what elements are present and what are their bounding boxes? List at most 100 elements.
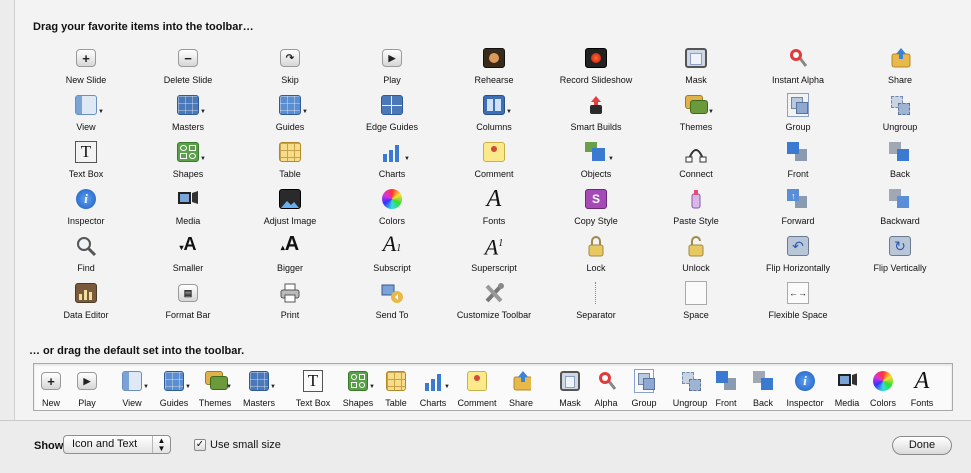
toolbar-item-ungroup[interactable]: Ungroup — [850, 94, 950, 140]
toolbar-item-themes[interactable]: ▼ Themes — [646, 94, 746, 140]
default-item-fonts[interactable]: A Fonts — [904, 369, 940, 408]
toolbar-item-objects[interactable]: ▼ Objects — [546, 141, 646, 187]
default-toolbar-set[interactable]: + New ▶ Play ▼ View ▼ Guides ▼ Themes ▼ Masters T Tex… — [33, 363, 953, 411]
toolbar-item-subscript[interactable]: A1 Subscript — [342, 232, 442, 281]
copy-style-icon: S — [585, 188, 607, 210]
toolbar-item-label: Columns — [476, 122, 512, 132]
up-down-arrows-icon: ▲ ▼ — [152, 436, 170, 453]
default-item-share[interactable]: Share — [504, 371, 538, 408]
default-item-table[interactable]: Table — [379, 371, 413, 408]
default-item-media[interactable]: Media — [831, 371, 863, 408]
columns-icon: ▼ — [483, 94, 512, 116]
default-item-front[interactable]: Front — [708, 371, 744, 408]
toolbar-item-rehearse[interactable]: Rehearse — [444, 47, 544, 93]
default-item-label: Back — [752, 398, 773, 408]
toolbar-item-masters[interactable]: ▼ Masters — [138, 94, 238, 140]
toolbar-item-skip[interactable]: ↷ Skip — [240, 47, 340, 93]
default-item-colors[interactable]: Colors — [866, 371, 900, 408]
toolbar-item-columns[interactable]: ▼ Columns — [444, 94, 544, 140]
toolbar-item-mask[interactable]: Mask — [646, 47, 746, 93]
toolbar-item-label: Unlock — [682, 263, 710, 273]
toolbar-item-delete-slide[interactable]: − Delete Slide — [138, 47, 238, 93]
default-item-back[interactable]: Back — [747, 371, 779, 408]
default-item-mask[interactable]: Mask — [553, 371, 587, 408]
toolbar-item-unlock[interactable]: Unlock — [646, 235, 746, 281]
default-item-guides[interactable]: ▼ Guides — [156, 371, 192, 408]
toolbar-item-group[interactable]: Group — [748, 93, 848, 140]
default-item-view[interactable]: ▼ View — [112, 371, 152, 408]
toolbar-item-copy-style[interactable]: S Copy Style — [546, 188, 646, 234]
toolbar-item-smaller[interactable]: ▾A Smaller — [138, 234, 238, 281]
send-to-icon — [381, 282, 403, 304]
toolbar-item-colors[interactable]: Colors — [342, 188, 442, 234]
toolbar-item-separator[interactable]: Separator — [546, 282, 646, 328]
toolbar-item-data-editor[interactable]: Data Editor — [36, 282, 136, 328]
toolbar-item-instant-alpha[interactable]: Instant Alpha — [748, 47, 848, 93]
toolbar-item-media[interactable]: Media — [138, 188, 238, 234]
toolbar-item-flexible-space[interactable]: ←→ Flexible Space — [748, 282, 848, 328]
toolbar-item-label: Play — [383, 75, 401, 85]
toolbar-item-space[interactable]: Space — [646, 281, 746, 328]
small-size-checkbox[interactable]: ✓ — [194, 439, 206, 451]
toolbar-item-back[interactable]: Back — [850, 141, 950, 187]
show-select[interactable]: Icon and Text ▲ ▼ — [63, 435, 171, 454]
default-item-group[interactable]: Group — [624, 369, 664, 408]
toolbar-item-label: Copy Style — [574, 216, 618, 226]
toolbar-item-find[interactable]: Find — [36, 235, 136, 281]
lock-icon — [585, 235, 607, 257]
toolbar-item-flip-vertically[interactable]: ↻ Flip Vertically — [850, 235, 950, 281]
edge-guides-icon — [381, 94, 403, 116]
toolbar-item-send-to[interactable]: Send To — [342, 282, 442, 328]
toolbar-item-view[interactable]: ▼ View — [36, 94, 136, 140]
toolbar-item-label: Print — [280, 310, 300, 320]
toolbar-item-paste-style[interactable]: Paste Style — [646, 188, 746, 234]
toolbar-item-guides[interactable]: ▼ Guides — [240, 94, 340, 140]
default-item-shapes[interactable]: ▼ Shapes — [340, 371, 376, 408]
toolbar-item-bigger[interactable]: ▴A Bigger — [240, 233, 340, 281]
default-item-comment[interactable]: Comment — [453, 371, 501, 408]
toolbar-item-print[interactable]: Print — [240, 282, 340, 328]
toolbar-item-flip-horizontally[interactable]: ↶ Flip Horizontally — [748, 235, 848, 281]
toolbar-item-table[interactable]: Table — [240, 141, 340, 187]
toolbar-item-smart-builds[interactable]: Smart Builds — [546, 94, 646, 140]
toolbar-item-format-bar[interactable]: ▤ Format Bar — [138, 282, 238, 328]
toolbar-item-fonts[interactable]: A Fonts — [444, 187, 544, 234]
default-item-inspector[interactable]: i Inspector — [782, 371, 828, 408]
default-item-alpha[interactable]: Alpha — [591, 371, 621, 408]
toolbar-item-forward[interactable]: ↑ Forward — [748, 188, 848, 234]
toolbar-item-lock[interactable]: Lock — [546, 235, 646, 281]
toolbar-item-shapes[interactable]: ▼ Shapes — [138, 141, 238, 187]
toolbar-item-adjust-image[interactable]: Adjust Image — [240, 188, 340, 234]
table-icon — [279, 141, 301, 163]
default-item-masters[interactable]: ▼ Masters — [236, 371, 282, 408]
small-size-label: Use small size — [210, 439, 281, 451]
toolbar-item-front[interactable]: Front — [748, 141, 848, 187]
done-button[interactable]: Done — [892, 436, 952, 455]
toolbar-item-label: Objects — [580, 169, 612, 179]
default-item-charts[interactable]: ▼ Charts — [416, 371, 450, 408]
toolbar-item-customize-toolbar[interactable]: Customize Toolbar — [444, 282, 544, 328]
toolbar-item-charts[interactable]: ▼ Charts — [342, 141, 442, 187]
toolbar-item-play[interactable]: ▶ Play — [342, 47, 442, 93]
front-icon — [716, 371, 736, 391]
toolbar-item-superscript[interactable]: A1 Superscript — [444, 235, 544, 281]
default-item-themes[interactable]: ▼ Themes — [196, 371, 234, 408]
mask-icon — [560, 371, 580, 391]
default-item-ungroup[interactable]: Ungroup — [668, 371, 712, 408]
toolbar-item-comment[interactable]: Comment — [444, 141, 544, 187]
default-item-play[interactable]: ▶ Play — [70, 371, 104, 408]
toolbar-item-connect[interactable]: Connect — [646, 141, 746, 187]
toolbar-item-label: Lock — [586, 263, 606, 273]
instant-alpha-icon — [596, 371, 616, 391]
toolbar-item-share[interactable]: Share — [850, 47, 950, 93]
toolbar-item-record-slideshow[interactable]: Record Slideshow — [546, 47, 646, 93]
toolbar-item-new-slide[interactable]: + New Slide — [36, 47, 136, 93]
toolbar-item-backward[interactable]: Backward — [850, 188, 950, 234]
default-item-text-box[interactable]: T Text Box — [289, 370, 337, 408]
toolbar-item-text-box[interactable]: T Text Box — [36, 141, 136, 187]
toolbar-item-label: Forward — [781, 216, 815, 226]
toolbar-item-edge-guides[interactable]: Edge Guides — [342, 94, 442, 140]
default-item-new[interactable]: + New — [36, 371, 66, 408]
themes-icon: ▼ — [685, 94, 714, 116]
toolbar-item-inspector[interactable]: i Inspector — [36, 188, 136, 234]
